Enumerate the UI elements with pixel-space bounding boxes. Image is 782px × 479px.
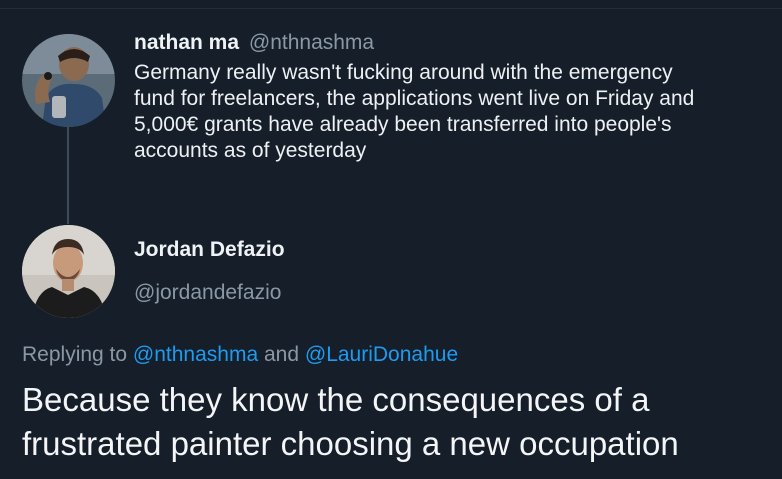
profile-photo-icon	[22, 34, 115, 127]
replying-to-label: Replying to	[22, 343, 128, 366]
author-handle[interactable]: @nthnashma	[249, 31, 374, 54]
tweet-text-line: accounts as of yesterday	[134, 139, 367, 162]
profile-photo-icon	[22, 225, 115, 318]
tweet-text-line: fund for freelancers, the applications w…	[134, 87, 695, 110]
reply-author-name[interactable]: Jordan Defazio	[134, 237, 285, 263]
reply-author-handle[interactable]: @jordandefazio	[134, 280, 281, 306]
mention-link-lauridonahue[interactable]: @LauriDonahue	[305, 343, 458, 366]
author-name[interactable]: nathan ma	[134, 31, 239, 54]
tweet-thread-screenshot: nathan ma @nthnashma Germany really wasn…	[0, 0, 782, 479]
reply-text: Because they know the consequences of a …	[22, 378, 782, 466]
replying-connector: and	[263, 343, 300, 366]
mention-link-nthnashma[interactable]: @nthnashma	[133, 343, 258, 366]
tweet-text-line: Germany really wasn't fucking around wit…	[134, 61, 673, 84]
thread-connector-line	[67, 124, 69, 224]
divider	[0, 8, 782, 9]
replying-to-line: Replying to @nthnashma and @LauriDonahue	[22, 342, 458, 368]
avatar-jordan[interactable]	[22, 225, 115, 318]
tweet-text: Germany really wasn't fucking around wit…	[134, 60, 774, 164]
tweet-text-line: 5,000€ grants have already been transfer…	[134, 113, 672, 136]
reply-text-line: frustrated painter choosing a new occupa…	[22, 425, 679, 462]
avatar-nathan[interactable]	[22, 34, 115, 127]
reply-text-line: Because they know the consequences of a	[22, 381, 650, 418]
tweet-header: nathan ma @nthnashma	[134, 30, 374, 56]
